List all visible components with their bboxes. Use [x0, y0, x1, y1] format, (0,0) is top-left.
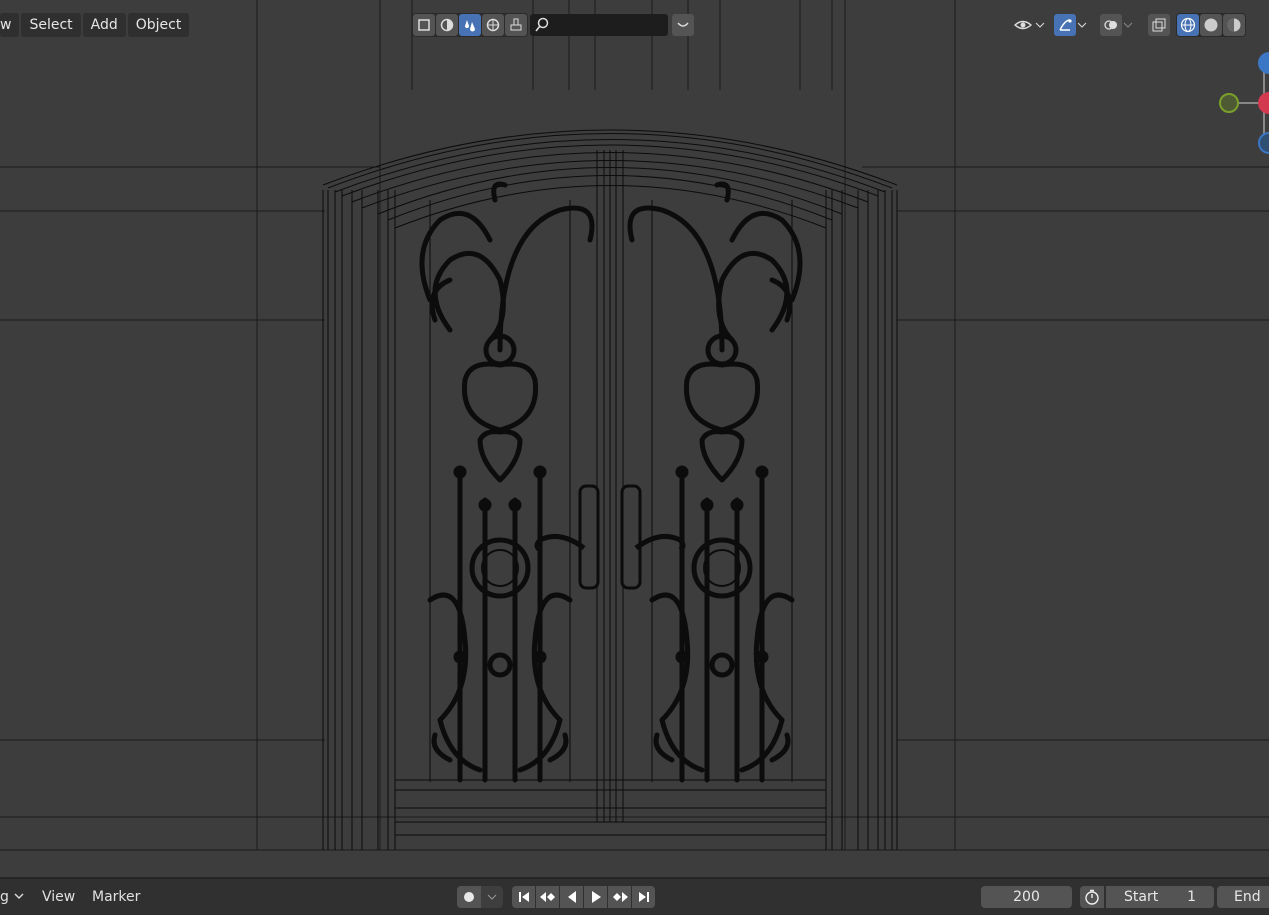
- chevron-down-icon: [1034, 14, 1046, 36]
- viewport-center-tools: [412, 12, 694, 38]
- wireframe-door-model: [0, 0, 1269, 851]
- solid-shading-icon[interactable]: [1200, 14, 1222, 36]
- material-preview-icon[interactable]: [459, 14, 481, 36]
- add-menu[interactable]: Add: [82, 13, 126, 37]
- material-shading-icon[interactable]: [1223, 14, 1245, 36]
- preview-range-button[interactable]: [1080, 886, 1104, 908]
- play-reverse-button[interactable]: [560, 886, 583, 908]
- view-menu[interactable]: w: [0, 13, 20, 37]
- viewport-menu-bar: w Select Add Object: [0, 12, 190, 38]
- jump-end-icon: [638, 892, 649, 902]
- timeline-view-menu[interactable]: View: [42, 885, 75, 909]
- brush-icon[interactable]: [505, 14, 527, 36]
- solid-shading-icon[interactable]: [436, 14, 458, 36]
- stopwatch-icon: [1085, 889, 1099, 905]
- overlay-toggle[interactable]: [1100, 14, 1134, 36]
- jump-start-icon: [518, 892, 529, 902]
- current-frame-field[interactable]: 200: [981, 886, 1072, 908]
- rendered-icon[interactable]: [482, 14, 504, 36]
- preview-range-wrap: [1080, 885, 1104, 909]
- play-button[interactable]: [584, 886, 607, 908]
- 3d-viewport[interactable]: w Select Add Object: [0, 0, 1269, 877]
- play-icon: [591, 891, 601, 903]
- next-keyframe-icon: [612, 892, 628, 902]
- end-frame-label: End: [1234, 889, 1261, 905]
- chevron-down-icon: [14, 893, 24, 899]
- current-frame-field-wrap: 200: [981, 885, 1072, 909]
- playback-controls: [512, 885, 655, 909]
- keying-dropdown[interactable]: [481, 886, 503, 908]
- object-menu[interactable]: Object: [127, 13, 190, 37]
- overlay-icon: [1100, 14, 1122, 36]
- wireframe-shading-icon[interactable]: [1177, 14, 1199, 36]
- gizmo-icon: [1054, 14, 1076, 36]
- chevron-down-icon: [1122, 14, 1134, 36]
- timeline-header: g View Marker 200 Start 1 End: [0, 877, 1269, 915]
- start-frame-field[interactable]: Start 1: [1106, 885, 1214, 909]
- toggle-xray-icon[interactable]: [413, 14, 435, 36]
- next-keyframe-button[interactable]: [608, 886, 631, 908]
- timeline-marker-menu[interactable]: Marker: [92, 885, 140, 909]
- prev-keyframe-icon: [539, 892, 555, 902]
- record-icon: [464, 892, 474, 902]
- jump-start-button[interactable]: [512, 886, 535, 908]
- select-menu[interactable]: Select: [21, 13, 81, 37]
- search-icon: [535, 17, 549, 32]
- timeline-mode-dropdown[interactable]: g: [0, 885, 29, 909]
- start-frame-value: 1: [1187, 889, 1196, 905]
- chevron-down-icon[interactable]: [672, 14, 694, 36]
- record-button[interactable]: [457, 886, 481, 908]
- xray-icon[interactable]: [1148, 14, 1170, 36]
- y-axis-handle[interactable]: [1219, 93, 1239, 113]
- play-reverse-icon: [567, 891, 576, 903]
- visibility-icon: [1012, 14, 1034, 36]
- timeline-mode-label: g: [0, 889, 9, 905]
- jump-end-button[interactable]: [632, 886, 655, 908]
- chevron-down-icon: [487, 894, 497, 900]
- auto-keying-group: [457, 885, 503, 909]
- end-frame-field[interactable]: End: [1217, 885, 1269, 909]
- visibility-toggle[interactable]: [1012, 14, 1046, 36]
- gizmo-toggle[interactable]: [1054, 14, 1088, 36]
- start-frame-label: Start: [1124, 889, 1159, 905]
- prev-keyframe-button[interactable]: [536, 886, 559, 908]
- chevron-down-icon: [1076, 14, 1088, 36]
- viewport-right-tools: [1012, 12, 1246, 38]
- search-input[interactable]: [530, 14, 668, 36]
